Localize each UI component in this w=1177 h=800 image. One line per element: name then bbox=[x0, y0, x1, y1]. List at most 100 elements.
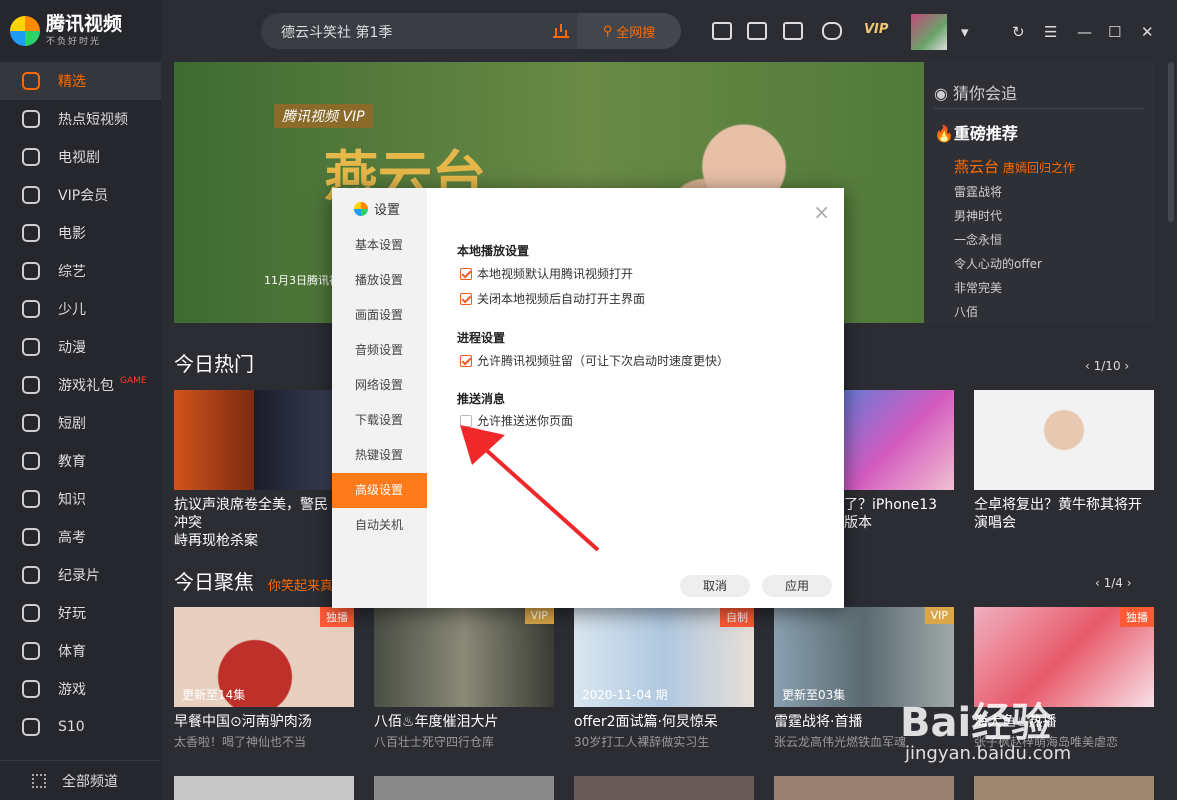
search-button[interactable]: ⚲ 全网搜 bbox=[577, 13, 681, 49]
sidebar-item-s10[interactable]: S10 bbox=[0, 708, 161, 746]
recommend-first-item[interactable]: 燕云台 唐嫣回归之作 bbox=[954, 156, 1075, 177]
gamepad-icon[interactable] bbox=[822, 22, 842, 40]
download-icon[interactable] bbox=[783, 22, 803, 40]
sidebar-item-game-gift[interactable]: 游戏礼包 GAME bbox=[0, 366, 161, 404]
recommend-item[interactable]: 令人心动的offer bbox=[954, 252, 1042, 276]
sidebar-item-anime[interactable]: 动漫 bbox=[0, 328, 161, 366]
all-channels-button[interactable]: 全部频道 bbox=[0, 760, 161, 800]
close-icon[interactable]: ✕ bbox=[1141, 23, 1154, 41]
sidebar-item-documentary[interactable]: 纪录片 bbox=[0, 556, 161, 594]
sidebar-item-kids[interactable]: 少儿 bbox=[0, 290, 161, 328]
hot-heading: 🔥重磅推荐 bbox=[934, 124, 1018, 143]
focus-pager[interactable]: ‹ 1/4 › bbox=[1095, 576, 1132, 590]
history-icon[interactable] bbox=[747, 22, 767, 40]
settings-nav-basic[interactable]: 基本设置 bbox=[332, 228, 427, 263]
settings-nav-download[interactable]: 下载设置 bbox=[332, 403, 427, 438]
search-box[interactable]: 德云斗笑社 第1季 ⚲ 全网搜 bbox=[261, 13, 681, 49]
chevron-left-icon[interactable]: ‹ bbox=[1095, 576, 1104, 590]
camera-icon bbox=[22, 566, 40, 584]
sidebar-item-featured[interactable]: 精选 bbox=[0, 62, 161, 100]
vip-button[interactable]: VIP bbox=[864, 22, 888, 37]
flame-icon: 🔥 bbox=[934, 124, 954, 143]
sidebar-item-education[interactable]: 教育 bbox=[0, 442, 161, 480]
sidebar-item-short-drama[interactable]: 短剧 bbox=[0, 404, 161, 442]
play-square-icon bbox=[22, 414, 40, 432]
focus-subtitle[interactable]: 你笑起来真 bbox=[268, 575, 333, 594]
sidebar-item-gaokao[interactable]: 高考 bbox=[0, 518, 161, 556]
close-icon[interactable]: × bbox=[813, 200, 830, 224]
hot-today-title: 今日热门 bbox=[174, 352, 254, 376]
checkbox-checked[interactable] bbox=[460, 267, 472, 280]
s10-icon bbox=[22, 718, 40, 736]
settings-nav: 基本设置 播放设置 画面设置 音频设置 网络设置 下载设置 热键设置 高级设置 … bbox=[332, 228, 427, 543]
search-input[interactable]: 德云斗笑社 第1季 bbox=[281, 22, 392, 42]
recommend-item[interactable]: 雷霆战将 bbox=[954, 180, 1042, 204]
card-title: 八佰♨年度催泪大片 bbox=[374, 714, 499, 730]
focus-card[interactable]: VIP 八佰♨年度催泪大片 八百壮士死守四行仓库 bbox=[374, 607, 554, 750]
settings-nav-advanced[interactable]: 高级设置 bbox=[332, 473, 427, 508]
chevron-right-icon[interactable]: › bbox=[1121, 359, 1129, 373]
hot-today-pager[interactable]: ‹ 1/10 › bbox=[1085, 359, 1129, 373]
apply-button[interactable]: 应用 bbox=[762, 575, 832, 597]
maximize-icon[interactable]: ☐ bbox=[1108, 23, 1121, 41]
checkbox-checked[interactable] bbox=[460, 354, 472, 367]
chevron-down-icon[interactable]: ▾ bbox=[961, 23, 969, 41]
sidebar-item-movie[interactable]: 电影 bbox=[0, 214, 161, 252]
refresh-icon[interactable]: ↻ bbox=[1012, 23, 1025, 41]
settings-sidebar: 设置 基本设置 播放设置 画面设置 音频设置 网络设置 下载设置 热键设置 高级… bbox=[332, 188, 427, 608]
settings-nav-network[interactable]: 网络设置 bbox=[332, 368, 427, 403]
hot-card[interactable]: 抗议声浪席卷全美，警民冲突 峙再现枪杀案 bbox=[174, 390, 334, 550]
sidebar-item-fun[interactable]: 好玩 bbox=[0, 594, 161, 632]
baidu-watermark: Bai经验 bbox=[900, 700, 1052, 746]
sidebar-item-variety[interactable]: 综艺 bbox=[0, 252, 161, 290]
option-open-main-after-close[interactable]: 关闭本地视频后自动打开主界面 bbox=[460, 290, 645, 307]
card-episode: 更新至14集 bbox=[182, 688, 246, 702]
option-allow-resident[interactable]: 允许腾讯视频驻留（可让下次启动时速度更快） bbox=[460, 352, 729, 369]
user-avatar[interactable] bbox=[911, 14, 947, 50]
banner-vip-logo: 腾讯视频 VIP bbox=[274, 104, 373, 128]
hot-card[interactable]: 了？iPhone13 版本 bbox=[844, 390, 954, 532]
settings-nav-auto-shutdown[interactable]: 自动关机 bbox=[332, 508, 427, 543]
sidebar-item-vip[interactable]: VIP会员 bbox=[0, 176, 161, 214]
hot-card[interactable]: 仝卓将复出？黄牛称其将开 演唱会 bbox=[974, 390, 1154, 532]
logo-icon bbox=[10, 15, 40, 46]
bear-icon bbox=[22, 338, 40, 356]
recommend-item[interactable]: 一念永恒 bbox=[954, 228, 1042, 252]
card-thumbnail: 自制 2020-11-04 期 bbox=[574, 607, 754, 707]
menu-icon[interactable]: ☰ bbox=[1044, 23, 1057, 41]
next-row-thumbnails bbox=[174, 776, 1154, 800]
joystick-icon bbox=[22, 604, 40, 622]
recommend-item[interactable]: 非常完美 bbox=[954, 276, 1042, 300]
card-thumbnail bbox=[174, 390, 334, 490]
scrollbar[interactable] bbox=[1168, 62, 1174, 222]
recommend-item[interactable]: 男神时代 bbox=[954, 204, 1042, 228]
card-title: 仝卓将复出？黄牛称其将开 演唱会 bbox=[974, 497, 1142, 531]
sidebar-item-knowledge[interactable]: 知识 bbox=[0, 480, 161, 518]
group-process: 进程设置 bbox=[457, 331, 506, 345]
sidebar-item-tv[interactable]: 电视剧 bbox=[0, 138, 161, 176]
app-slogan: 不负好时光 bbox=[46, 37, 102, 47]
settings-nav-audio[interactable]: 音频设置 bbox=[332, 333, 427, 368]
card-title: offer2面试篇·何炅惊呆 bbox=[574, 714, 718, 730]
eye-icon: ◉ bbox=[934, 84, 954, 103]
settings-nav-playback[interactable]: 播放设置 bbox=[332, 263, 427, 298]
minimize-icon[interactable]: — bbox=[1077, 23, 1092, 41]
focus-card[interactable]: 独播 更新至14集 早餐中国⊙河南驴肉汤 太香啦！喝了神仙也不当 bbox=[174, 607, 354, 750]
recommend-item[interactable]: 八佰 bbox=[954, 300, 1042, 324]
chevron-left-icon[interactable]: ‹ bbox=[1085, 359, 1094, 373]
focus-card[interactable]: 自制 2020-11-04 期 offer2面试篇·何炅惊呆 30岁打工人裸辞做实… bbox=[574, 607, 754, 750]
chevron-right-icon[interactable]: › bbox=[1123, 576, 1132, 590]
sidebar-item-sports[interactable]: 体育 bbox=[0, 632, 161, 670]
app-logo[interactable]: 腾讯视频 不负好时光 bbox=[10, 14, 122, 47]
sidebar-item-games[interactable]: 游戏 bbox=[0, 670, 161, 708]
settings-nav-display[interactable]: 画面设置 bbox=[332, 298, 427, 333]
vip-icon bbox=[22, 186, 40, 204]
sidebar-item-short-video[interactable]: 热点短视频 bbox=[0, 100, 161, 138]
settings-nav-hotkeys[interactable]: 热键设置 bbox=[332, 438, 427, 473]
upload-icon[interactable] bbox=[712, 22, 732, 40]
checkbox-checked[interactable] bbox=[460, 292, 472, 305]
option-default-open[interactable]: 本地视频默认用腾讯视频打开 bbox=[460, 265, 633, 282]
app-name: 腾讯视频 bbox=[46, 13, 123, 35]
hot-rank-icon[interactable] bbox=[553, 24, 569, 38]
cancel-button[interactable]: 取消 bbox=[680, 575, 750, 597]
